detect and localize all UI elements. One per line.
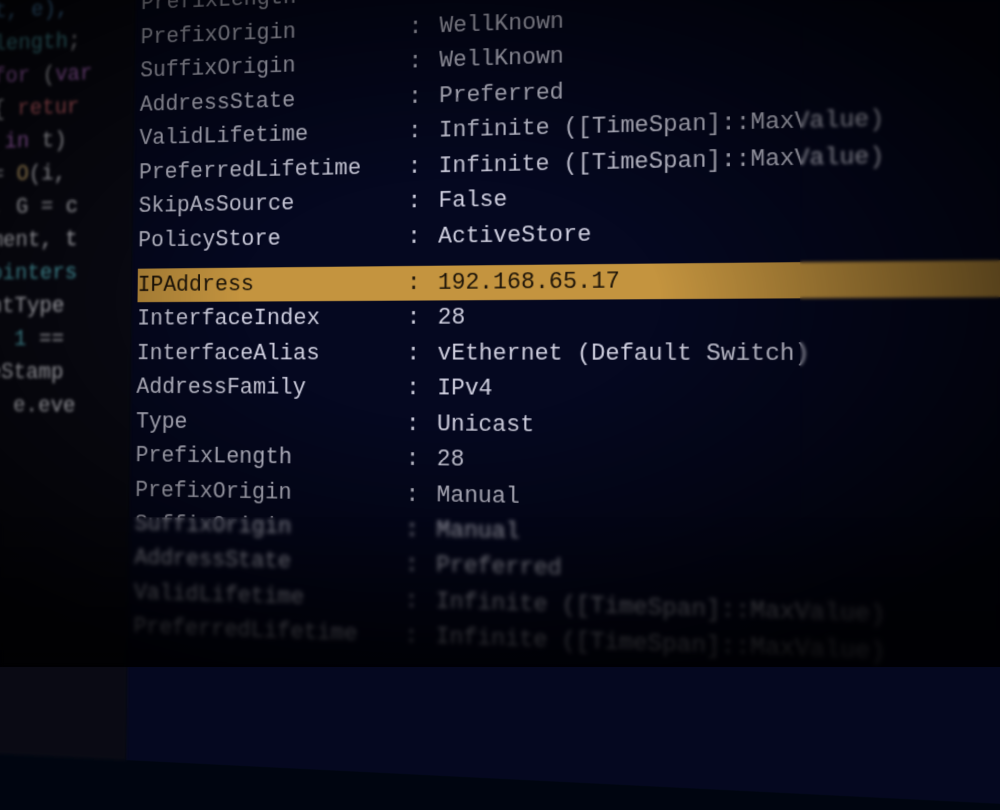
code-token: in xyxy=(4,129,29,155)
code-token: ) { xyxy=(0,97,18,123)
code-line: { for (var xyxy=(0,56,135,95)
code-line: ) : 1 == xyxy=(0,323,131,357)
property-key: Type xyxy=(136,405,406,442)
code-token: .length xyxy=(0,29,68,57)
code-token: .pointers xyxy=(0,260,77,286)
separator: : xyxy=(407,184,438,220)
code-token: ( xyxy=(30,62,55,88)
output-row: InterfaceIndex: 28 xyxy=(137,297,1000,337)
code-line: ventType xyxy=(0,289,132,323)
code-token: t) xyxy=(29,128,67,154)
separator: : xyxy=(407,301,438,336)
separator: : xyxy=(409,9,440,45)
separator: : xyxy=(408,114,439,150)
output-row: InterfaceAlias: vEthernet (Default Switc… xyxy=(137,335,1000,373)
code-line: e) in t) xyxy=(0,122,134,159)
property-value: 28 xyxy=(438,297,1000,336)
code-token: I(t, e), xyxy=(0,0,69,25)
separator: : xyxy=(408,79,439,115)
property-key: PrefixLength xyxy=(135,439,405,477)
code-token: ventType xyxy=(0,294,65,320)
code-token: {}; e.eve xyxy=(0,393,76,419)
code-token: retur xyxy=(17,95,79,122)
terminal-screen: t, e, n),I(t, e),t.length;{ for (var) { … xyxy=(0,0,1000,810)
separator: : xyxy=(405,477,436,513)
code-token: var xyxy=(55,61,93,87)
property-value: vEthernet (Default Switch) xyxy=(437,335,1000,373)
code-token: O xyxy=(16,162,29,187)
separator: : xyxy=(404,619,435,656)
property-value: IPv4 xyxy=(437,371,1000,411)
code-token: F = xyxy=(0,162,17,188)
code-token: for xyxy=(0,63,30,89)
code-line: 16, G = c xyxy=(0,189,133,225)
property-key: PolicyStore xyxy=(138,219,407,257)
code-line: lement, t xyxy=(0,222,133,257)
code-token: imeStamp xyxy=(0,360,64,385)
code-line: .pointers xyxy=(0,256,132,291)
code-line: ) { retur xyxy=(0,89,134,127)
separator: : xyxy=(408,44,439,80)
separator: : xyxy=(406,442,437,478)
property-value: 192.168.65.17 xyxy=(438,259,1000,301)
separator: : xyxy=(407,219,438,254)
code-editor-pane: t, e, n),I(t, e),t.length;{ for (var) { … xyxy=(0,0,136,760)
code-line: F = O(i, xyxy=(0,155,133,192)
property-key: AddressFamily xyxy=(136,371,406,407)
property-key: InterfaceAlias xyxy=(137,336,407,371)
code-token: 1 xyxy=(14,327,27,352)
property-key: IPAddress xyxy=(137,266,407,303)
property-key: PreferredLifetime xyxy=(133,610,404,654)
separator: : xyxy=(405,583,436,619)
code-token: ) : xyxy=(0,327,14,352)
separator: : xyxy=(405,512,436,548)
powershell-output-pane: : UnicastPrefixLength: 128PrefixOrigin: … xyxy=(126,0,1000,810)
code-token: == xyxy=(26,327,64,352)
separator: : xyxy=(405,548,436,584)
separator: : xyxy=(406,336,437,371)
separator: : xyxy=(407,266,438,301)
property-key: PreferredLifetime xyxy=(139,150,408,190)
separator: : xyxy=(408,149,439,185)
separator: : xyxy=(406,407,437,443)
property-key: PrefixOrigin xyxy=(135,473,406,512)
separator: : xyxy=(406,371,437,406)
code-token: (i, xyxy=(29,161,67,187)
code-token: , G = c xyxy=(0,194,78,221)
code-line: {}; e.eve xyxy=(0,389,131,423)
property-key: SkipAsSource xyxy=(138,184,407,223)
property-key: InterfaceIndex xyxy=(137,301,407,337)
code-line: imeStamp xyxy=(0,356,131,390)
code-token: lement, t xyxy=(0,227,78,253)
code-token: ; xyxy=(68,29,81,54)
